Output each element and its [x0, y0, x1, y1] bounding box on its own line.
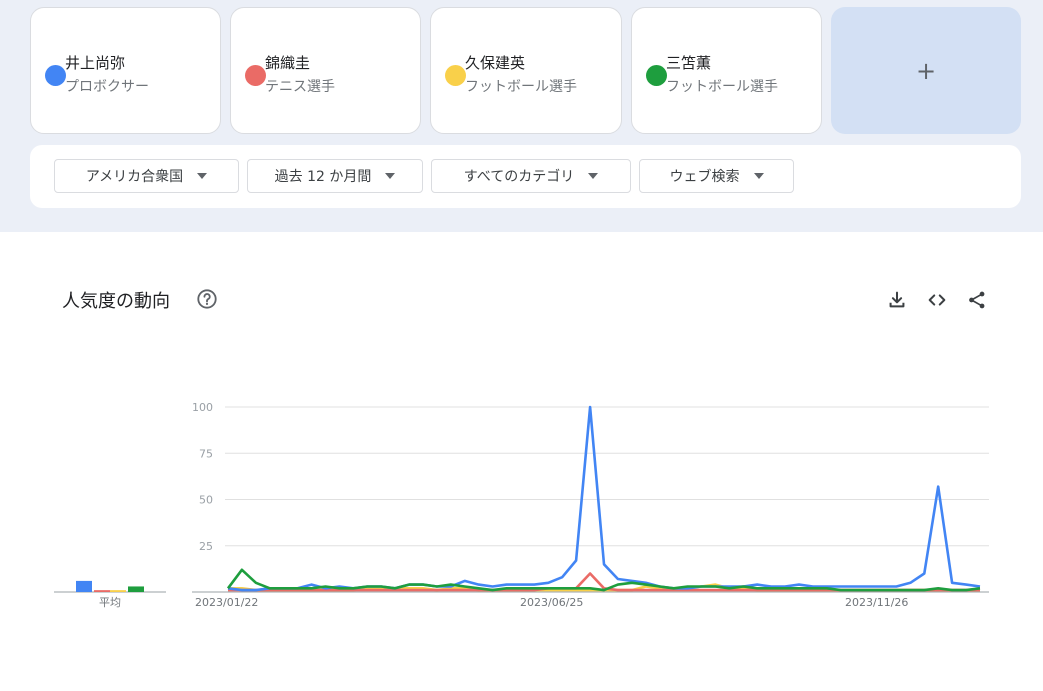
share-icon[interactable] [966, 289, 988, 311]
category-filter-label: すべてのカテゴリ [463, 169, 575, 185]
term-card-1[interactable]: 錦織圭 テニス選手 [230, 7, 421, 134]
term-color-dot [646, 65, 667, 86]
caret-down-icon [197, 173, 208, 179]
plus-icon: + [915, 56, 937, 85]
term-color-dot [445, 65, 466, 86]
interest-over-time-card: 人気度の動向 [30, 257, 1021, 681]
chart-title: 人気度の動向 [62, 291, 170, 312]
term-color-dot [45, 65, 66, 86]
caret-down-icon [588, 173, 599, 179]
search-type-filter-label: ウェブ検索 [669, 169, 740, 185]
term-name: 錦織圭 [265, 54, 311, 72]
period-filter-label: 過去 12 か月間 [274, 169, 372, 185]
term-name: 三笘薫 [666, 54, 712, 72]
caret-down-icon [385, 173, 396, 179]
term-color-dot [245, 65, 266, 86]
term-card-0[interactable]: 井上尚弥 プロボクサー [30, 7, 221, 134]
term-name: 久保建英 [465, 54, 526, 72]
search-type-filter[interactable]: ウェブ検索 [639, 159, 794, 193]
term-type: フットボール選手 [465, 79, 577, 95]
term-type: フットボール選手 [666, 79, 778, 95]
download-icon[interactable] [886, 289, 908, 311]
term-type: プロボクサー [65, 79, 149, 95]
caret-down-icon [753, 173, 764, 179]
term-card-3[interactable]: 三笘薫 フットボール選手 [631, 7, 822, 134]
category-filter[interactable]: すべてのカテゴリ [431, 159, 631, 193]
region-filter[interactable]: アメリカ合衆国 [54, 159, 239, 193]
region-filter-label: アメリカ合衆国 [85, 169, 184, 185]
term-card-2[interactable]: 久保建英 フットボール選手 [430, 7, 622, 134]
period-filter[interactable]: 過去 12 か月間 [247, 159, 423, 193]
help-icon[interactable] [196, 288, 218, 310]
embed-code-icon[interactable] [926, 289, 948, 311]
term-name: 井上尚弥 [65, 54, 126, 72]
add-term-button[interactable]: + [831, 7, 1021, 134]
filter-bar: アメリカ合衆国 過去 12 か月間 すべてのカテゴリ ウェブ検索 [30, 145, 1021, 208]
term-type: テニス選手 [265, 79, 335, 95]
